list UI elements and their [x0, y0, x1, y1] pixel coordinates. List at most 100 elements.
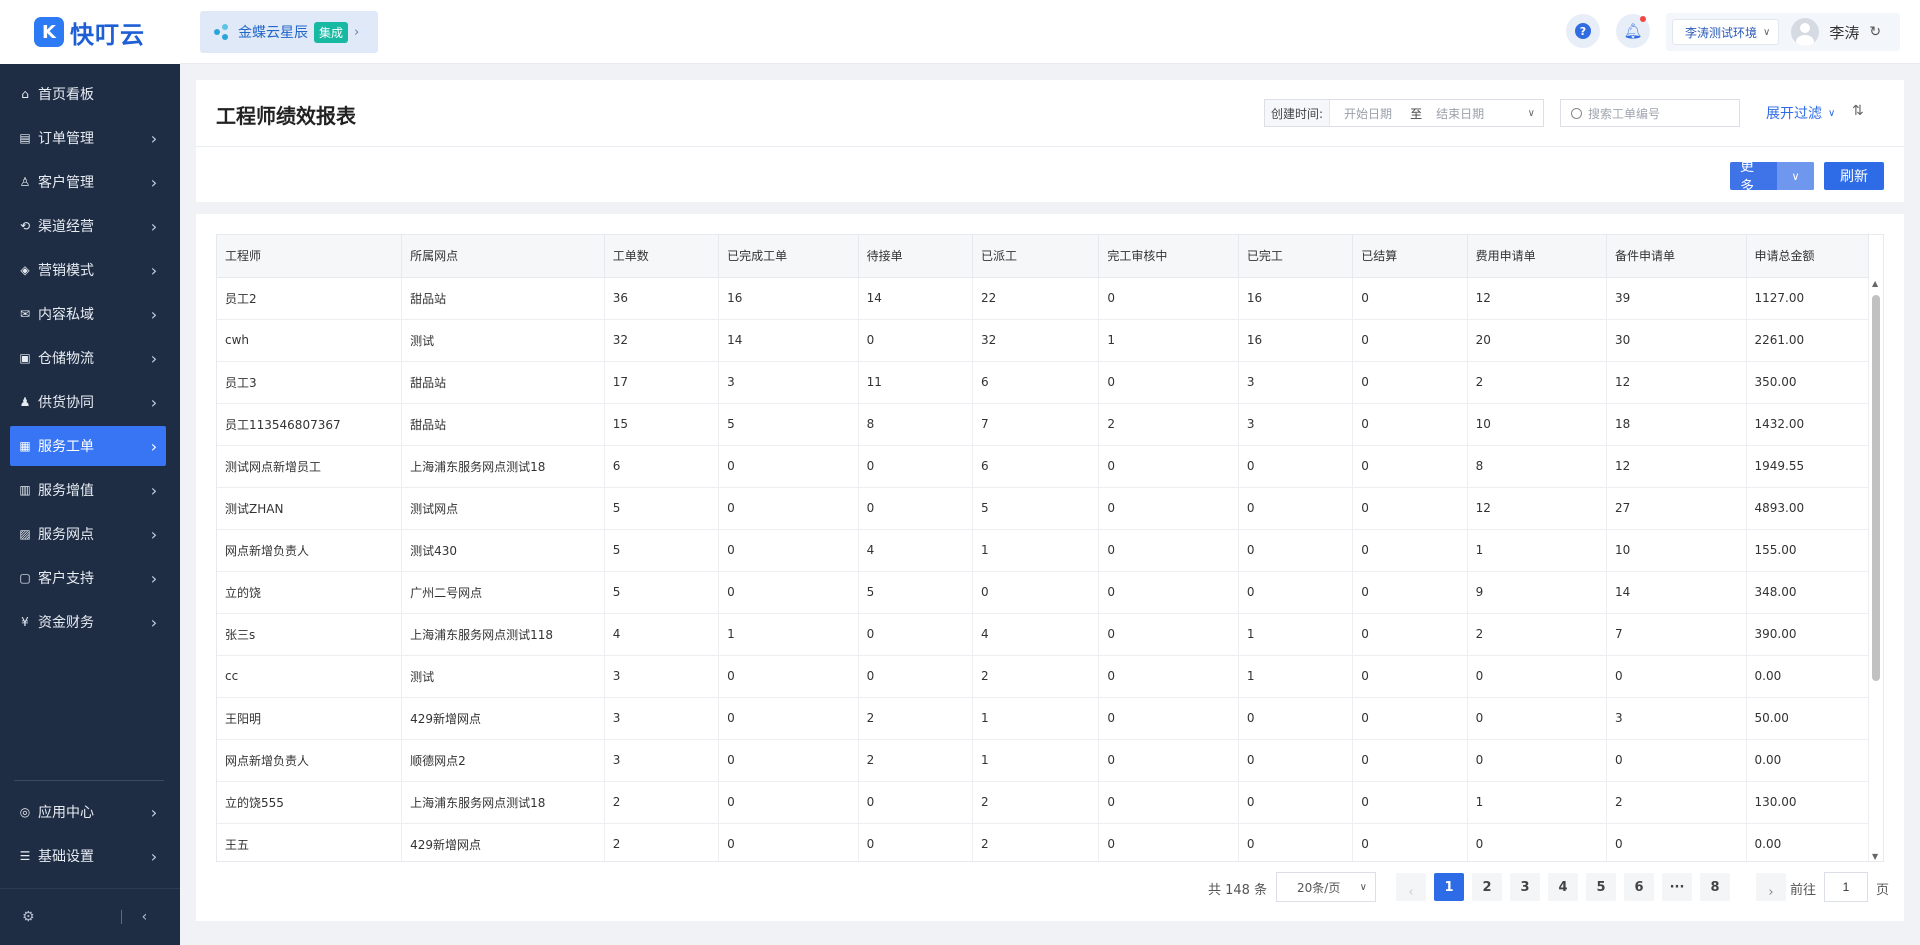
created-date-range[interactable]: 创建时间: 开始日期 至 结束日期 ∨	[1264, 99, 1544, 127]
next-page-button[interactable]: ›	[1756, 873, 1786, 901]
page-ellipsis[interactable]: ···	[1662, 873, 1692, 901]
column-header[interactable]: 工单数	[604, 235, 720, 278]
column-header[interactable]: 备件申请单	[1606, 235, 1747, 278]
sidebar-item-icon: ⟲	[19, 219, 31, 233]
table-cell: 10	[1606, 529, 1747, 572]
table-cell: 6	[604, 445, 720, 488]
table-row[interactable]: 网点新增负责人 测试430 5 0 4 1 0 0 0 1 10 155.00	[217, 529, 1869, 572]
table-row[interactable]: 王阳明 429新增网点 3 0 2 1 0 0 0 0 3 50.00	[217, 697, 1869, 740]
sidebar-item-icon: ◈	[20, 263, 30, 277]
sidebar-item-3[interactable]: ♙ 客户管理 ›	[10, 162, 166, 202]
prev-page-button[interactable]: ‹	[1396, 873, 1426, 901]
vertical-scrollbar[interactable]: ▲ ▼	[1869, 277, 1883, 861]
settings-gear-icon[interactable]: ⚙	[22, 909, 35, 925]
sidebar-item-2[interactable]: ☰ 基础设置 ›	[10, 836, 166, 876]
column-header[interactable]: 已完成工单	[718, 235, 859, 278]
column-header[interactable]: 所属网点	[401, 235, 605, 278]
table-cell: 张三s	[217, 613, 403, 656]
table-cell: 2	[858, 739, 973, 782]
table-row[interactable]: 测试ZHAN 测试网点 5 0 0 5 0 0 0 12 27 4893.00	[217, 487, 1869, 530]
help-button[interactable]: ?	[1566, 14, 1600, 48]
column-header[interactable]: 已派工	[972, 235, 1100, 278]
page-button[interactable]: 6	[1624, 873, 1654, 901]
reload-icon[interactable]: ↻	[1869, 24, 1881, 40]
column-header[interactable]: 完工审核中	[1098, 235, 1239, 278]
end-date-input[interactable]: 结束日期	[1436, 105, 1484, 122]
chevron-down-icon[interactable]: ∨	[1777, 162, 1814, 190]
column-header[interactable]: 待接单	[858, 235, 973, 278]
sidebar-item-2[interactable]: ▤ 订单管理 ›	[10, 118, 166, 158]
page-button[interactable]: 2	[1472, 873, 1502, 901]
table-cell: 9	[1467, 571, 1608, 614]
table-cell: 1	[972, 739, 1100, 782]
table-cell: 2	[1606, 781, 1747, 824]
table-row[interactable]: 立的饶 广州二号网点 5 0 5 0 0 0 0 9 14 348.00	[217, 571, 1869, 614]
sidebar-item-7[interactable]: ▣ 仓储物流 ›	[10, 338, 166, 378]
table-row[interactable]: 王五 429新增网点 2 0 0 2 0 0 0 0 0 0.00	[217, 823, 1869, 861]
table-cell: 0	[1352, 403, 1468, 446]
sidebar-item-13[interactable]: ¥ 资金财务 ›	[10, 602, 166, 642]
table-row[interactable]: 员工113546807367 甜品站 15 5 8 7 2 3 0 10 18 1432.00	[217, 403, 1869, 446]
table-row[interactable]: 员工3 甜品站 17 3 11 6 0 3 0 2 12 350.00	[217, 361, 1869, 404]
sidebar-item-1[interactable]: ◎ 应用中心 ›	[10, 792, 166, 832]
refresh-button[interactable]: 刷新	[1824, 162, 1884, 190]
table-row[interactable]: cc 测试 3 0 0 2 0 1 0 0 0 0.00	[217, 655, 1869, 698]
collapse-sidebar-icon[interactable]: ‹	[142, 909, 148, 925]
sidebar-item-10[interactable]: ▥ 服务增值 ›	[10, 470, 166, 510]
sidebar-item-label: 营销模式	[38, 263, 94, 279]
table-cell: 甜品站	[401, 277, 605, 320]
sidebar-item-1[interactable]: ⌂ 首页看板	[10, 74, 166, 114]
sidebar-item-6[interactable]: ✉ 内容私域 ›	[10, 294, 166, 334]
integrated-app-chip[interactable]: 金蝶云星辰 集成 ›	[200, 11, 378, 53]
table-row[interactable]: 立的饶555 上海浦东服务网点测试18 2 0 0 2 0 0 0 1 2 130.00	[217, 781, 1869, 824]
more-button[interactable]: 更多 ∨	[1730, 162, 1814, 190]
sort-icon[interactable]: ⇅	[1852, 103, 1864, 119]
brand[interactable]: K 快叮云	[0, 0, 180, 64]
notification-button[interactable]: 🔔︎	[1616, 14, 1650, 48]
page-button[interactable]: 1	[1434, 873, 1464, 901]
scroll-up-icon[interactable]: ▲	[1872, 279, 1878, 288]
table-row[interactable]: 张三s 上海浦东服务网点测试118 4 1 0 4 0 1 0 2 7 390.00	[217, 613, 1869, 656]
table-row[interactable]: 测试网点新增员工 上海浦东服务网点测试18 6 0 0 6 0 0 0 8 12 1949.55	[217, 445, 1869, 488]
scroll-down-icon[interactable]: ▼	[1872, 852, 1878, 861]
table-cell: 0	[718, 571, 859, 614]
scrollbar-thumb[interactable]	[1872, 295, 1880, 681]
page-button[interactable]: 5	[1586, 873, 1616, 901]
column-header[interactable]: 费用申请单	[1467, 235, 1608, 278]
table-cell: 0	[1352, 487, 1468, 530]
expand-filter-button[interactable]: 展开过滤 ∨	[1766, 103, 1835, 123]
page-button[interactable]: 3	[1510, 873, 1540, 901]
sidebar-item-11[interactable]: ▨ 服务网点 ›	[10, 514, 166, 554]
table-cell: 0	[1352, 571, 1468, 614]
sidebar-item-5[interactable]: ◈ 营销模式 ›	[10, 250, 166, 290]
table-cell: 2	[858, 697, 973, 740]
table-row[interactable]: 网点新增负责人 顺德网点2 3 0 2 1 0 0 0 0 0 0.00	[217, 739, 1869, 782]
sidebar-item-9[interactable]: ▦ 服务工单 ›	[10, 426, 166, 466]
avatar[interactable]	[1791, 18, 1820, 46]
page-button[interactable]: 4	[1548, 873, 1578, 901]
table-row[interactable]: 员工2 甜品站 36 16 14 22 0 16 0 12 39 1127.00	[217, 277, 1869, 320]
footer-separator	[120, 910, 122, 924]
goto-page-input[interactable]	[1824, 872, 1868, 902]
sidebar-item-icon: ▦	[19, 439, 31, 453]
table-cell: 0	[1238, 823, 1354, 861]
start-date-input[interactable]: 开始日期	[1344, 105, 1392, 122]
page-button[interactable]: 8	[1700, 873, 1730, 901]
column-header[interactable]: 申请总金额	[1746, 235, 1869, 278]
column-header[interactable]: 已结算	[1352, 235, 1468, 278]
table-cell: 0	[718, 739, 859, 782]
table-cell: 0	[1606, 823, 1747, 861]
ticket-search-input[interactable]: 搜索工单编号	[1560, 99, 1740, 127]
environment-select[interactable]: 李涛测试环境 ∨	[1672, 19, 1780, 45]
column-header[interactable]: 已完工	[1238, 235, 1354, 278]
sidebar-item-label: 首页看板	[38, 87, 94, 103]
table-cell: 0	[1238, 697, 1354, 740]
sidebar-item-8[interactable]: ♟ 供货协同 ›	[10, 382, 166, 422]
table-row[interactable]: cwh 测试 32 14 0 32 1 16 0 20 30 2261.00	[217, 319, 1869, 362]
sidebar-item-4[interactable]: ⟲ 渠道经营 ›	[10, 206, 166, 246]
sidebar-item-label: 服务增值	[38, 483, 94, 499]
user-name[interactable]: 李涛	[1829, 22, 1859, 43]
page-size-select[interactable]: 20条/页 ∨	[1276, 872, 1376, 902]
column-header[interactable]: 工程师	[217, 235, 403, 278]
sidebar-item-12[interactable]: ▢ 客户支持 ›	[10, 558, 166, 598]
